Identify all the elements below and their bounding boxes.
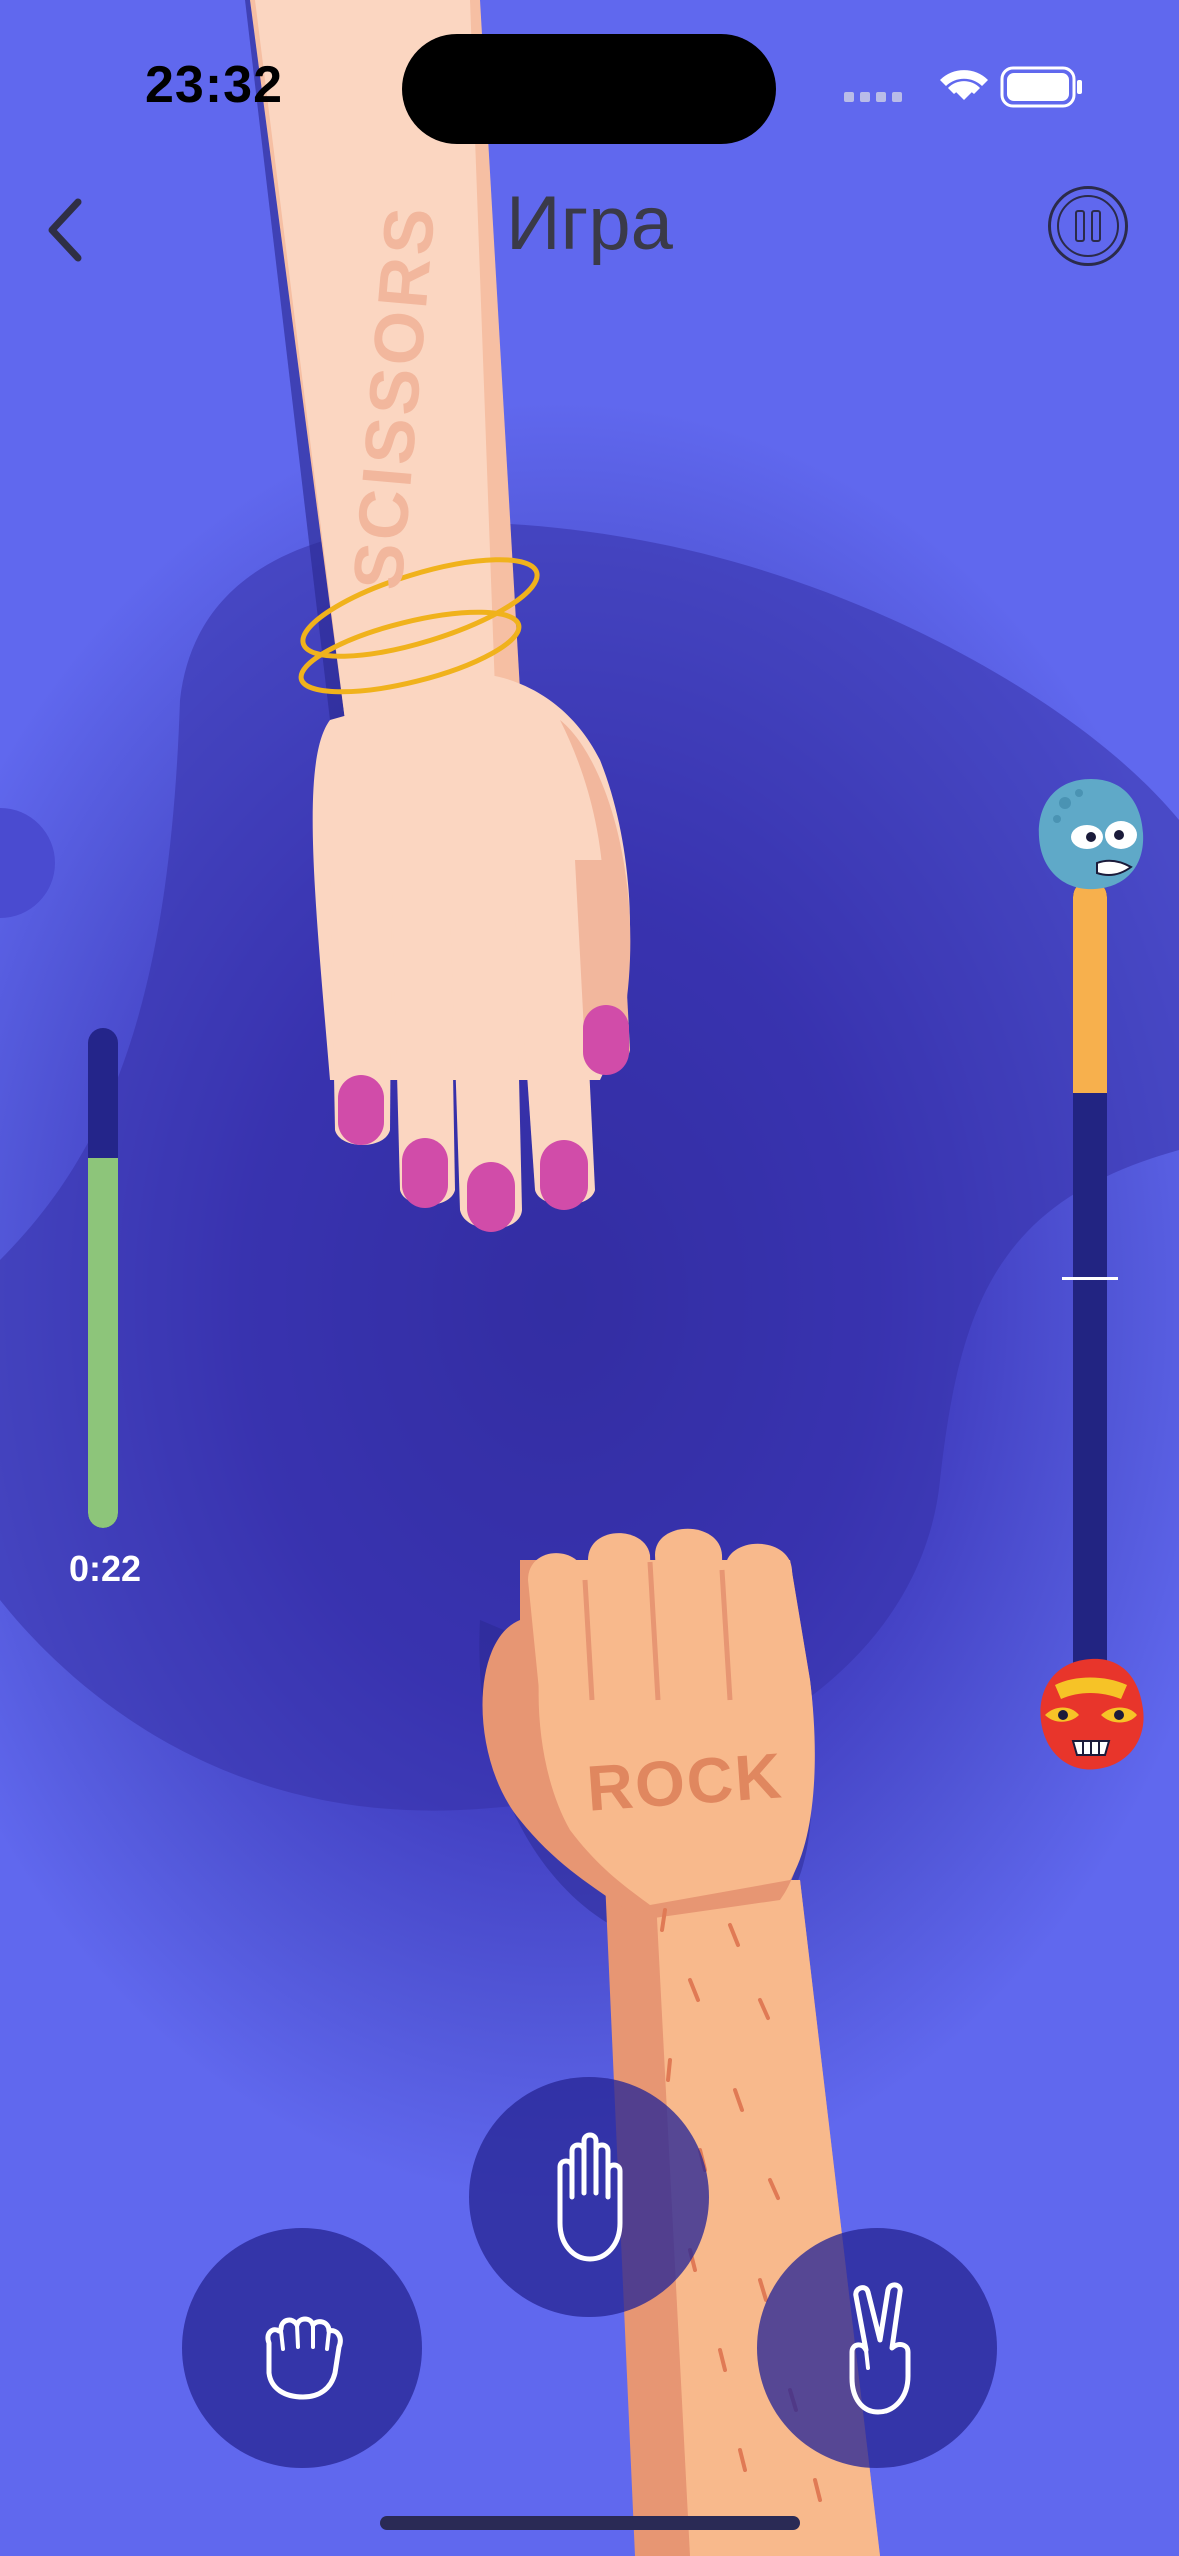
home-indicator[interactable]	[380, 2516, 800, 2530]
rock-tattoo-label: ROCK	[584, 1739, 786, 1825]
timer-bar	[88, 1028, 118, 1528]
score-bar	[1073, 880, 1107, 1700]
timer-text: 0:22	[68, 1548, 142, 1589]
wifi-icon	[940, 70, 988, 100]
victory-hand-icon	[849, 2282, 911, 2415]
choose-rock-button[interactable]	[182, 2228, 422, 2468]
dynamic-island	[402, 34, 776, 144]
player-avatar	[1040, 1658, 1144, 1770]
choose-scissors-button[interactable]	[757, 2228, 997, 2468]
status-time: 23:32	[145, 56, 283, 114]
status-icons	[844, 66, 1082, 108]
battery-icon	[1000, 66, 1082, 108]
fist-icon	[265, 2316, 343, 2400]
game-screen: SCISSORS ROCK 23:32 Игра 0:22	[0, 0, 1179, 2556]
cellular-signal-icon	[844, 92, 902, 102]
open-hand-icon	[557, 2132, 623, 2262]
timer-bar-fill	[88, 1158, 118, 1528]
opponent-avatar	[1038, 779, 1144, 890]
choose-paper-button[interactable]	[469, 2077, 709, 2317]
score-midline	[1062, 1277, 1118, 1280]
score-bar-fill	[1073, 880, 1107, 1094]
page-title: Игра	[506, 181, 673, 266]
pause-button[interactable]	[1048, 186, 1128, 266]
pause-icon	[1057, 195, 1119, 257]
